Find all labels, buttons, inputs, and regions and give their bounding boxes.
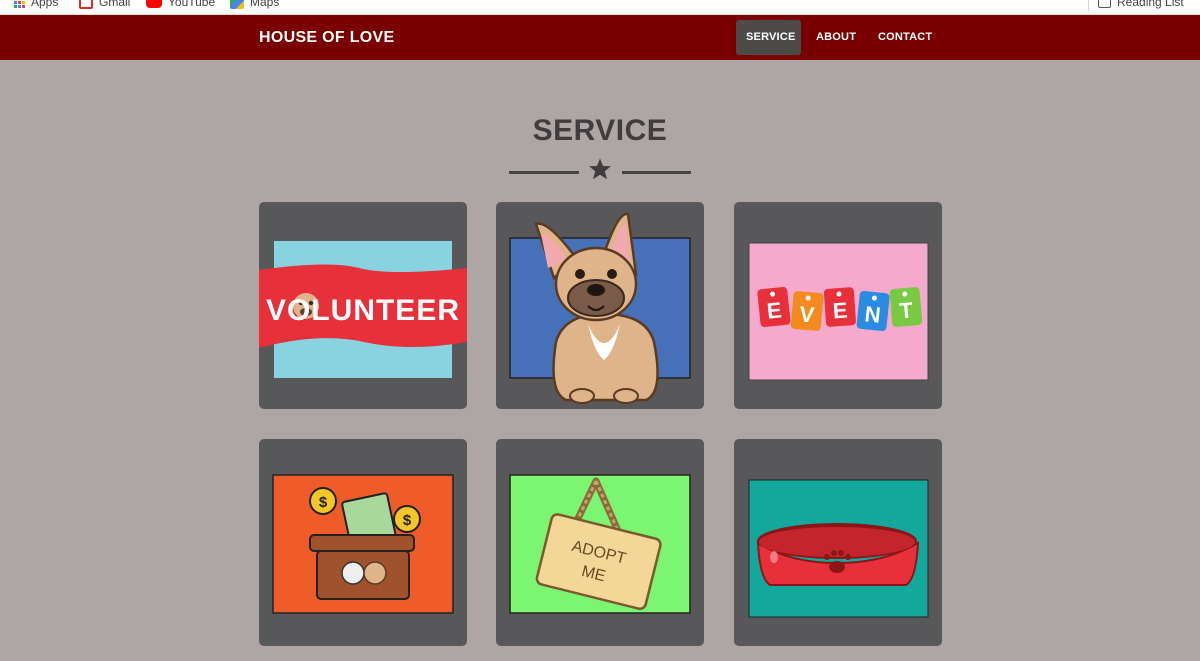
divider-line-right <box>622 171 691 174</box>
event-letter: V <box>798 301 815 327</box>
svg-text:$: $ <box>319 494 328 511</box>
nav-about[interactable]: ABOUT <box>806 20 866 55</box>
event-letter-tag: E <box>823 287 856 327</box>
event-letter-tag: N <box>856 290 890 332</box>
reading-list-label: Reading List <box>1117 0 1184 9</box>
section-title: SERVICE <box>532 114 668 147</box>
bookmark-label: YouTube <box>168 0 216 9</box>
event-tags-image: EVENT <box>748 242 929 381</box>
star-icon <box>589 158 611 180</box>
bookmarks-bar: Apps Gmail YouTube Maps Reading List <box>0 0 1200 15</box>
bookmark-apps[interactable]: Apps <box>14 0 58 10</box>
bookmark-label: Apps <box>31 0 59 9</box>
maps-icon <box>230 0 244 9</box>
service-card-adopt-dog[interactable] <box>496 202 704 409</box>
event-letter-tag: T <box>889 287 923 327</box>
service-card-adopt-me[interactable]: ADOPT ME <box>496 439 704 646</box>
svg-text:$: $ <box>403 512 412 529</box>
service-card-event[interactable]: EVENT <box>734 202 942 409</box>
event-letter-tag: V <box>790 291 824 331</box>
service-card-volunteer[interactable]: VOLUNTEER <box>259 202 467 409</box>
gmail-icon <box>79 0 93 9</box>
event-letter: E <box>832 298 848 324</box>
reading-list-icon <box>1098 0 1111 8</box>
event-letter: E <box>766 297 783 323</box>
reading-list-button[interactable]: Reading List <box>1098 0 1184 10</box>
divider-line-left <box>509 171 579 174</box>
pet-bowl-image <box>748 479 929 618</box>
apps-grid-icon <box>14 0 25 8</box>
bookmark-gmail[interactable]: Gmail <box>79 0 130 10</box>
nav-service[interactable]: SERVICE <box>736 20 801 55</box>
adopt-me-sign-image: ADOPT ME <box>509 474 691 614</box>
youtube-icon <box>146 0 162 8</box>
service-card-supplies[interactable] <box>734 439 942 646</box>
bookmark-label: Gmail <box>99 0 131 9</box>
bookmark-maps[interactable]: Maps <box>230 0 279 10</box>
event-letter: N <box>864 301 882 328</box>
nav-contact[interactable]: CONTACT <box>868 20 942 55</box>
brand-logo[interactable]: HOUSE OF LOVE <box>259 29 394 47</box>
event-letter: T <box>898 297 914 323</box>
bookmark-youtube[interactable]: YouTube <box>146 0 215 10</box>
service-card-donate[interactable]: $ $ <box>259 439 467 646</box>
bookmarks-separator <box>1088 0 1089 11</box>
volunteer-banner-image: VOLUNTEER <box>259 241 467 378</box>
event-letter-tag: E <box>757 286 791 328</box>
volunteer-text: VOLUNTEER <box>266 294 460 327</box>
french-bulldog-image <box>509 212 691 404</box>
site-navbar: HOUSE OF LOVE SERVICE ABOUT CONTACT <box>0 15 1200 60</box>
bookmark-label: Maps <box>250 0 280 9</box>
donation-box-image: $ $ <box>272 474 454 614</box>
